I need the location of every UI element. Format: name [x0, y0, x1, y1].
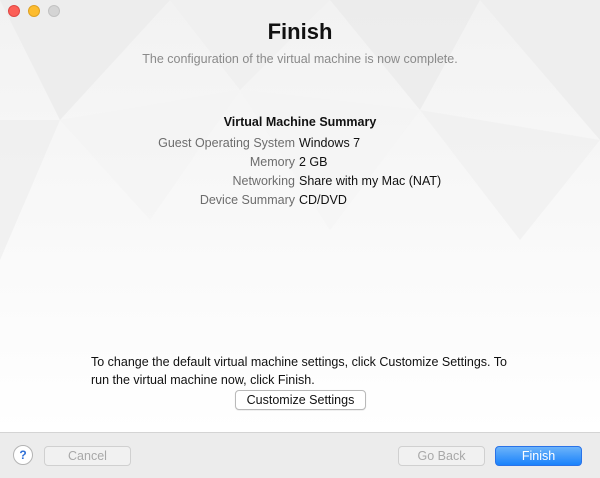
- summary-heading: Virtual Machine Summary: [223, 115, 377, 129]
- summary-label: Guest Operating System: [158, 136, 295, 150]
- summary-label: Memory: [249, 155, 295, 169]
- summary-value: CD/DVD: [299, 193, 347, 207]
- page-subtitle: The configuration of the virtual machine…: [142, 52, 458, 66]
- zoom-window-button[interactable]: [48, 5, 60, 17]
- summary-label: Device Summary: [199, 193, 295, 207]
- close-window-button[interactable]: [8, 5, 20, 17]
- summary-value: 2 GB: [299, 155, 328, 169]
- summary-row-device-summary: Device Summary CD/DVD: [0, 193, 600, 212]
- window-controls: [8, 5, 60, 17]
- summary-row-networking: Networking Share with my Mac (NAT): [0, 174, 600, 193]
- info-text: To change the default virtual machine se…: [91, 355, 507, 387]
- page-title: Finish: [267, 19, 333, 44]
- summary-row-guest-os: Guest Operating System Windows 7: [0, 136, 600, 155]
- cancel-button[interactable]: Cancel: [44, 446, 131, 466]
- summary-row-memory: Memory 2 GB: [0, 155, 600, 174]
- finish-button[interactable]: Finish: [495, 446, 582, 466]
- go-back-button[interactable]: Go Back: [398, 446, 485, 466]
- summary-table: Guest Operating System Windows 7 Memory …: [0, 136, 600, 212]
- help-icon[interactable]: ?: [13, 445, 33, 465]
- summary-label: Networking: [232, 174, 295, 188]
- minimize-window-button[interactable]: [28, 5, 40, 17]
- summary-value: Share with my Mac (NAT): [299, 174, 442, 188]
- summary-value: Windows 7: [299, 136, 361, 150]
- assistant-window: Finish The configuration of the virtual …: [0, 0, 600, 478]
- customize-settings-button[interactable]: Customize Settings: [235, 390, 366, 410]
- bottom-button-bar: ? Cancel Go Back Finish: [0, 432, 600, 478]
